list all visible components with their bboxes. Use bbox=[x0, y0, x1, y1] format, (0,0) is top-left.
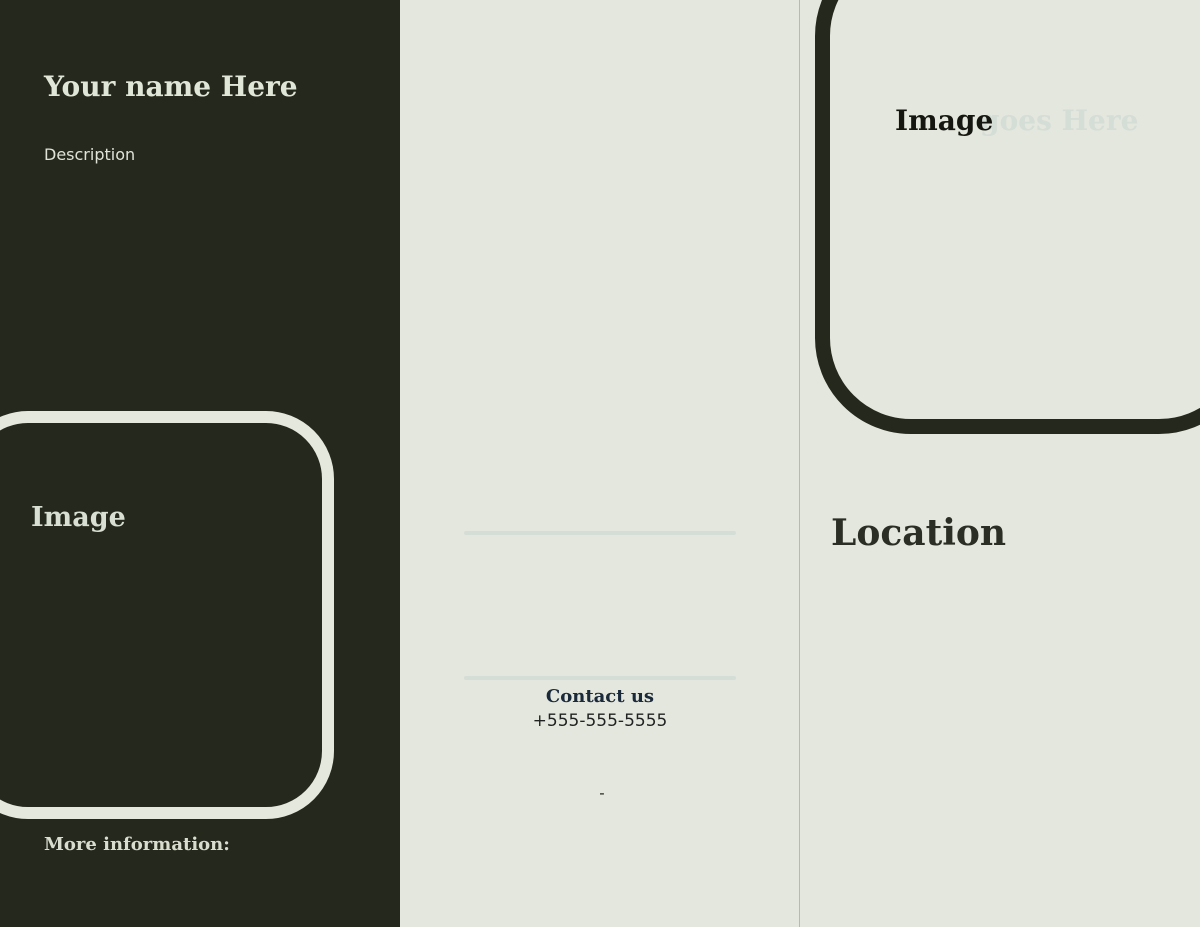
image-placeholder-frame bbox=[815, 0, 1200, 434]
image-placeholder-label: Image bbox=[895, 104, 994, 137]
contact-heading: Contact us bbox=[545, 686, 655, 707]
description-text: Description bbox=[44, 145, 136, 164]
middle-panel: Contact us +555-555-5555 - bbox=[400, 0, 800, 927]
more-information-label: More information: bbox=[44, 834, 230, 855]
name-title: Your name Here bbox=[44, 70, 298, 103]
location-title: Location bbox=[831, 512, 1007, 554]
dash-text: - bbox=[599, 784, 605, 802]
image-placeholder-faded-label: goes Here bbox=[980, 104, 1139, 137]
image-placeholder-label: Image bbox=[31, 502, 126, 533]
divider-line-bottom bbox=[464, 676, 736, 680]
divider-line-top bbox=[464, 531, 736, 535]
right-panel: goes Here Image Location bbox=[800, 0, 1200, 927]
contact-phone: +555-555-5555 bbox=[532, 711, 668, 731]
image-placeholder-frame bbox=[0, 411, 334, 819]
left-panel: Your name Here Description Image More in… bbox=[0, 0, 400, 927]
